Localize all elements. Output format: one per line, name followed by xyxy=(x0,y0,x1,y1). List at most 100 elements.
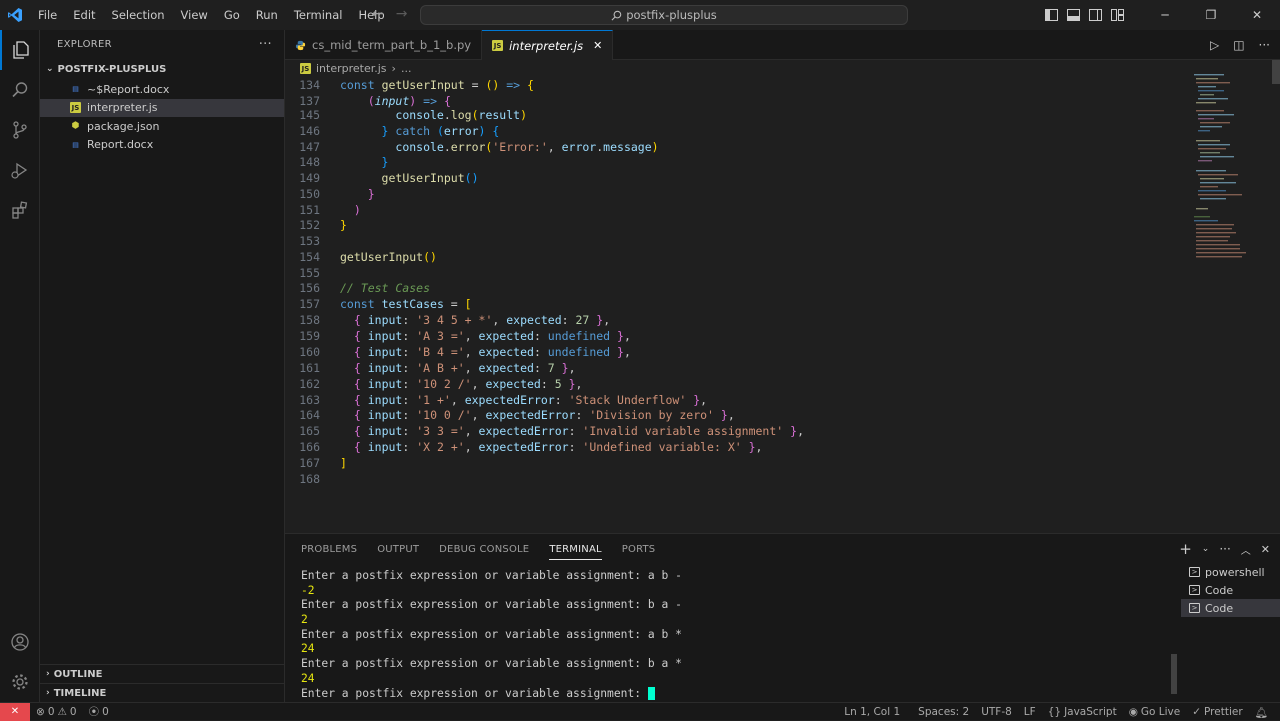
split-editor-icon[interactable]: ◫ xyxy=(1233,38,1244,52)
close-window-icon[interactable]: ✕ xyxy=(1234,0,1280,30)
go-live-button[interactable]: ◉ Go Live xyxy=(1123,706,1187,718)
terminal-item-code[interactable]: > Code xyxy=(1181,581,1280,599)
ports-count: 0 xyxy=(102,705,109,718)
menu-file[interactable]: File xyxy=(30,0,65,30)
terminal-item-code-active[interactable]: > Code xyxy=(1181,599,1280,617)
outline-section[interactable]: › OUTLINE xyxy=(40,664,285,683)
code-line: 166 { input: 'X 2 +', expectedError: 'Un… xyxy=(299,440,763,454)
menu-view[interactable]: View xyxy=(173,0,216,30)
code-line: 149 getUserInput() xyxy=(299,171,479,185)
command-center-search[interactable]: postfix-plusplus xyxy=(420,5,908,25)
settings-gear-icon[interactable] xyxy=(0,662,40,702)
tab-debug-console[interactable]: DEBUG CONSOLE xyxy=(439,544,529,555)
chevron-right-icon: › xyxy=(46,688,50,698)
menu-selection[interactable]: Selection xyxy=(104,0,173,30)
close-tab-icon[interactable]: ✕ xyxy=(593,39,602,52)
language-mode[interactable]: {} JavaScript xyxy=(1042,706,1123,718)
code-line: 151 ) xyxy=(299,203,361,217)
restore-icon[interactable]: ❐ xyxy=(1188,0,1234,30)
run-debug-icon[interactable] xyxy=(0,150,40,190)
indentation[interactable]: Spaces: 2 xyxy=(912,706,975,718)
new-terminal-icon[interactable]: + xyxy=(1179,540,1192,558)
tab-output[interactable]: OUTPUT xyxy=(377,544,419,555)
encoding[interactable]: UTF-8 xyxy=(975,706,1018,718)
code-editor[interactable]: 134 const getUserInput = () => { 137 (inp… xyxy=(285,77,1190,533)
code-line: 167] xyxy=(299,456,347,470)
minimap[interactable] xyxy=(1190,60,1270,533)
editor-scrollbar[interactable] xyxy=(1270,60,1280,533)
toggle-panel-icon[interactable] xyxy=(1062,0,1084,30)
file-item-report[interactable]: ▤ Report.docx xyxy=(40,136,284,155)
editor-more-icon[interactable]: ··· xyxy=(1259,38,1270,52)
more-actions-icon[interactable]: ··· xyxy=(259,37,272,52)
tab-python-file[interactable]: cs_mid_term_part_b_1_b.py xyxy=(285,30,483,60)
folder-root[interactable]: ⌄ POSTFIX-PLUSPLUS xyxy=(40,58,284,80)
prettier-status[interactable]: ✓ Prettier xyxy=(1186,706,1248,718)
json-icon: ⬢ xyxy=(71,121,80,132)
breadcrumb-file[interactable]: interpreter.js xyxy=(316,62,387,75)
code-line: 159 { input: 'A 3 =', expected: undefine… xyxy=(299,329,631,343)
file-item-package-json[interactable]: ⬢ package.json xyxy=(40,117,284,136)
code-line: 157 const testCases = [ xyxy=(299,297,472,311)
tab-ports[interactable]: PORTS xyxy=(622,544,656,555)
source-control-icon[interactable] xyxy=(0,110,40,150)
run-file-icon[interactable]: ▷ xyxy=(1210,38,1219,52)
terminal-list: > powershell > Code > Code xyxy=(1181,563,1280,617)
search-view-icon[interactable] xyxy=(0,70,40,110)
menu-go[interactable]: Go xyxy=(216,0,248,30)
terminal-scrollbar[interactable] xyxy=(1171,654,1177,694)
file-item-report-temp[interactable]: ▤ ~$Report.docx xyxy=(40,80,284,99)
menu-terminal[interactable]: Terminal xyxy=(286,0,351,30)
terminal-icon: > xyxy=(1189,585,1200,595)
code-line: 145 console.log(result) xyxy=(299,108,527,122)
terminal-line: 24 xyxy=(301,671,315,685)
breadcrumb-more[interactable]: ... xyxy=(401,62,412,75)
chevron-down-icon: ⌄ xyxy=(46,64,54,74)
cursor-position[interactable]: Ln 1, Col 1 xyxy=(838,706,906,718)
warning-count: 0 xyxy=(69,705,77,718)
account-icon[interactable] xyxy=(0,622,40,662)
toggle-secondary-sidebar-icon[interactable] xyxy=(1084,0,1106,30)
problems-status[interactable]: ⊗ 0 ⚠ 0 xyxy=(30,706,83,718)
notifications-bell-icon[interactable]: 🔔︎ xyxy=(1249,706,1274,719)
tab-problems[interactable]: PROBLEMS xyxy=(301,544,357,555)
maximize-panel-icon[interactable]: ︿ xyxy=(1241,542,1251,557)
breadcrumb-separator: › xyxy=(391,62,396,75)
terminal-output[interactable]: Enter a postfix expression or variable a… xyxy=(301,569,1171,701)
customize-layout-icon[interactable] xyxy=(1106,0,1128,30)
end-of-line[interactable]: LF xyxy=(1018,706,1042,718)
forward-arrow-icon[interactable]: → xyxy=(396,6,408,22)
language-label: JavaScript xyxy=(1064,706,1117,718)
terminal-prompt-line[interactable]: Enter a postfix expression or variable a… xyxy=(301,687,1171,702)
terminal-icon: > xyxy=(1189,603,1200,613)
extensions-icon[interactable] xyxy=(0,190,40,230)
chevron-down-icon[interactable]: ⌄ xyxy=(1202,544,1210,554)
close-panel-icon[interactable]: ✕ xyxy=(1261,543,1270,556)
tab-label: cs_mid_term_part_b_1_b.py xyxy=(312,38,472,52)
ports-status[interactable]: ⦿ 0 xyxy=(83,704,115,719)
minimize-icon[interactable]: ─ xyxy=(1142,0,1188,30)
menu-edit[interactable]: Edit xyxy=(65,0,103,30)
tab-terminal[interactable]: TERMINAL xyxy=(549,544,602,560)
file-name: Report.docx xyxy=(87,138,154,152)
python-icon xyxy=(295,40,306,50)
remote-indicator-icon[interactable]: ✕ xyxy=(0,702,30,721)
back-arrow-icon[interactable]: ← xyxy=(372,6,384,22)
panel-more-icon[interactable]: ··· xyxy=(1219,542,1230,556)
code-line: 146 } catch (error) { xyxy=(299,124,500,138)
js-icon: JS xyxy=(70,102,81,114)
terminal-item-powershell[interactable]: > powershell xyxy=(1181,563,1280,581)
timeline-section[interactable]: › TIMELINE xyxy=(40,683,285,702)
code-line: 150 } xyxy=(299,187,375,201)
toggle-sidebar-icon[interactable] xyxy=(1040,0,1062,30)
code-line: 165 { input: '3 3 =', expectedError: 'In… xyxy=(299,424,805,438)
error-icon: ⊗ xyxy=(36,705,45,718)
menu-run[interactable]: Run xyxy=(248,0,286,30)
explorer-icon[interactable] xyxy=(0,30,40,70)
braces-icon: {} xyxy=(1047,706,1062,718)
terminal-icon: > xyxy=(1189,567,1200,577)
file-item-interpreter[interactable]: JS interpreter.js xyxy=(40,98,284,117)
file-name: interpreter.js xyxy=(87,101,158,115)
code-line: 147 console.error('Error:', error.messag… xyxy=(299,140,659,154)
tab-interpreter-js[interactable]: JS interpreter.js ✕ xyxy=(482,30,614,60)
